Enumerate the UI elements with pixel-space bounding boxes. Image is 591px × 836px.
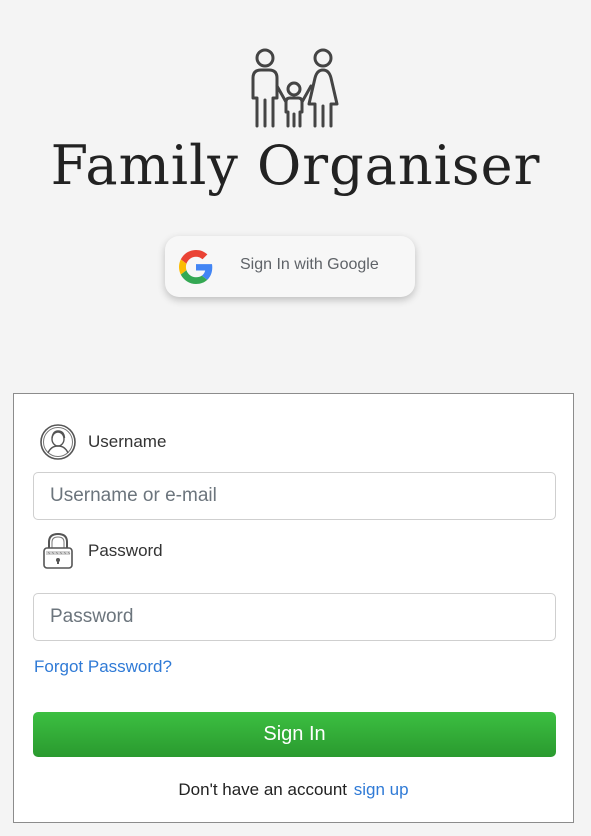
user-avatar-icon: [38, 422, 78, 462]
family-icon: [251, 48, 339, 128]
padlock-icon: [38, 531, 78, 571]
login-form: Username Password Forgot Password? Sign …: [13, 393, 574, 823]
signup-row: Don't have an account sign up: [14, 780, 573, 800]
google-g-icon: [179, 250, 213, 284]
google-signin-label: Sign In with Google: [240, 256, 379, 273]
password-input[interactable]: [33, 593, 556, 641]
username-label-row: Username: [38, 422, 166, 462]
forgot-password-link[interactable]: Forgot Password?: [34, 657, 172, 677]
signup-prompt: Don't have an account: [178, 780, 348, 799]
app-title: Family Organiser: [50, 134, 541, 197]
password-label-row: Password: [38, 531, 163, 571]
google-signin-button[interactable]: Sign In with Google: [165, 236, 415, 297]
signup-link[interactable]: sign up: [354, 780, 409, 799]
username-label: Username: [88, 432, 167, 451]
sign-in-button[interactable]: Sign In: [33, 712, 556, 757]
username-input[interactable]: [33, 472, 556, 520]
password-label: Password: [88, 541, 163, 560]
login-page: Family Organiser Sign In with Google Use…: [0, 0, 591, 836]
